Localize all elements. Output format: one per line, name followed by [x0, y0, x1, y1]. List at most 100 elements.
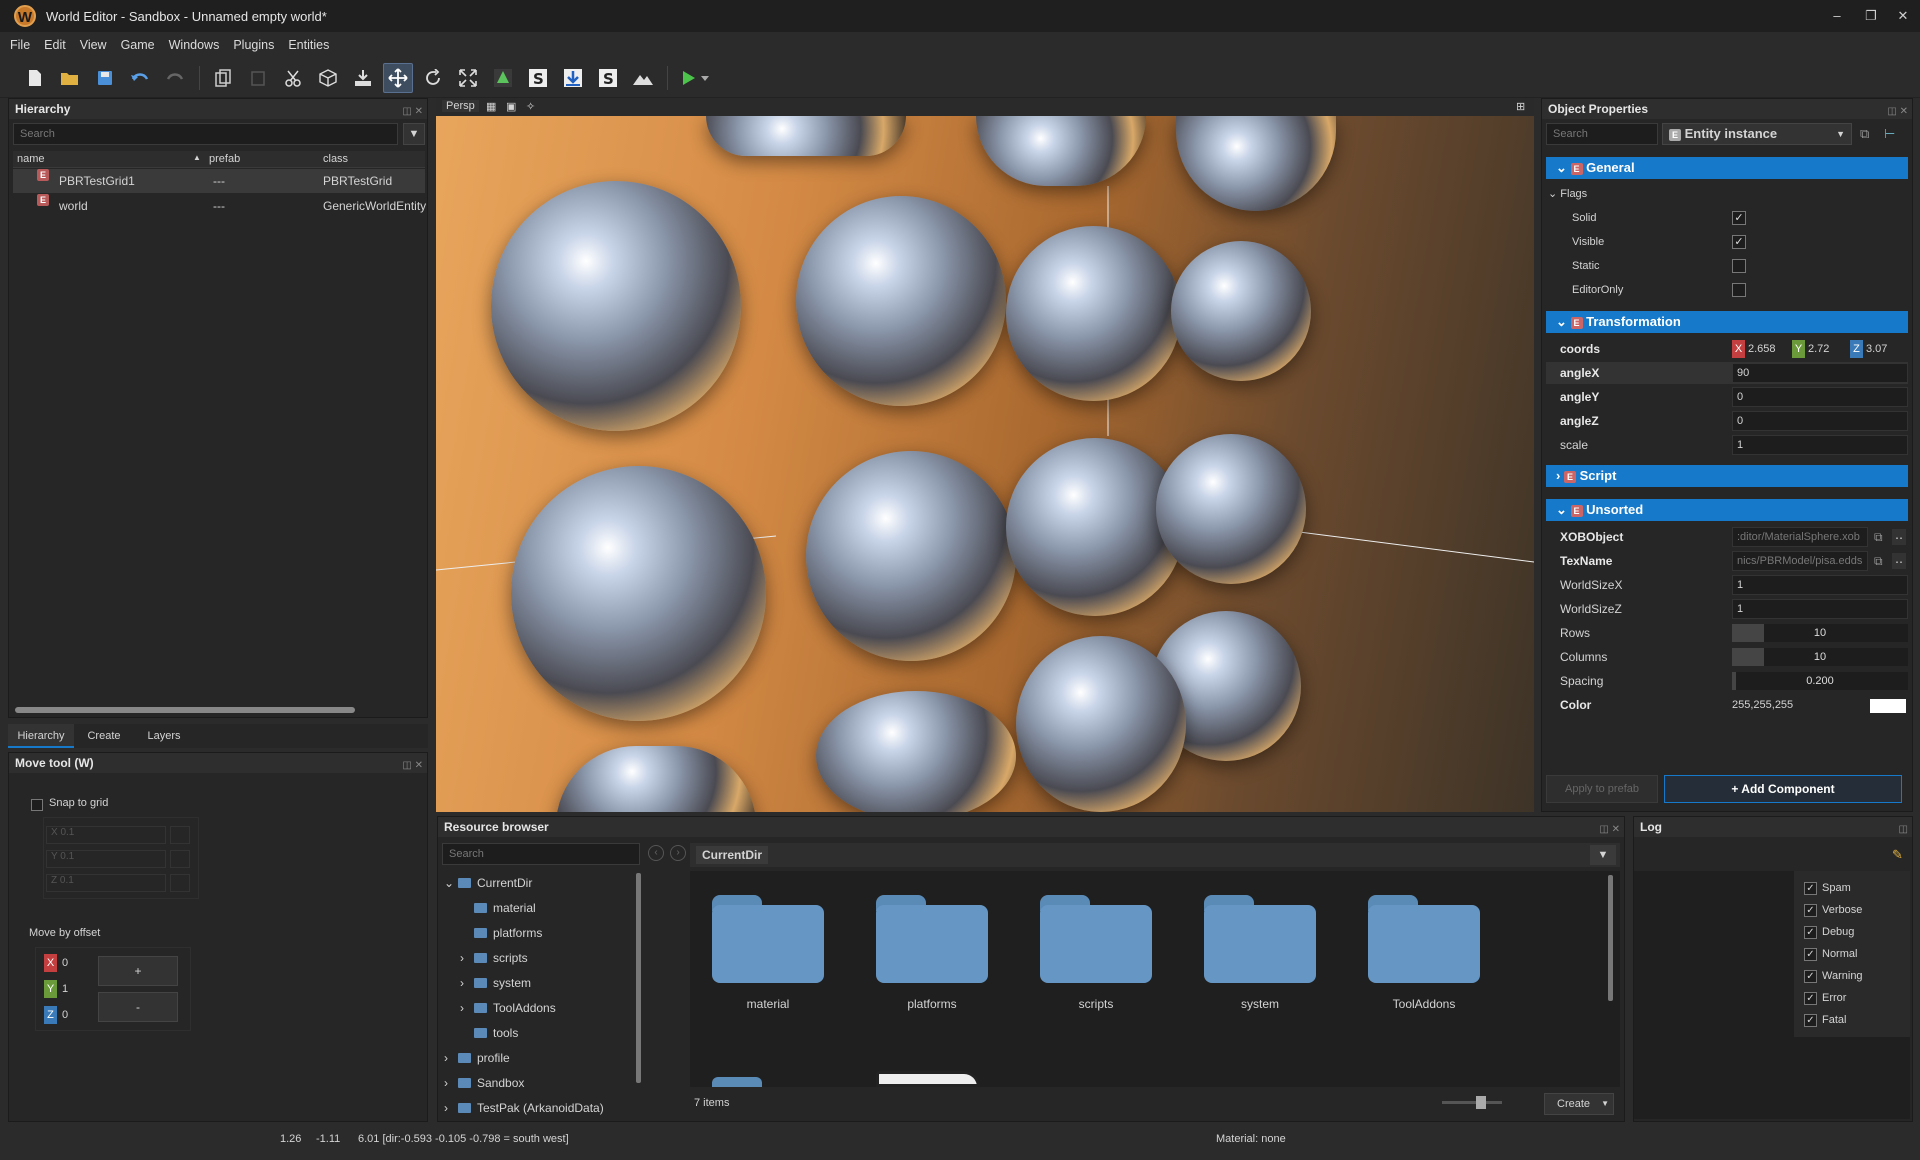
open-external-icon[interactable]: ⧉: [1874, 526, 1883, 548]
surface-s-icon[interactable]: S: [593, 63, 623, 93]
folder-label-tooladdons[interactable]: ToolAddons: [1349, 997, 1499, 1011]
undo-icon[interactable]: [125, 63, 155, 93]
tree-item-tools[interactable]: tools: [460, 1023, 518, 1043]
checkbox[interactable]: ✓: [1804, 881, 1817, 895]
log-filter-spam[interactable]: ✓ Spam: [1804, 877, 1851, 899]
panel-float-close-icon[interactable]: ◫ ✕: [1599, 820, 1620, 840]
minimize-button[interactable]: –: [1820, 0, 1854, 32]
scale-input[interactable]: 1: [1732, 435, 1908, 455]
log-filter-verbose[interactable]: ✓ Verbose: [1804, 899, 1862, 921]
angleY-input[interactable]: 0: [1732, 387, 1908, 407]
resource-search-input[interactable]: Search: [442, 843, 640, 865]
properties-search-input[interactable]: Search: [1546, 123, 1658, 145]
viewport[interactable]: Persp ▦ ▣ ✧ ⊞: [436, 98, 1534, 812]
browse-button[interactable]: ‥: [1892, 553, 1906, 569]
grid-scrollbar[interactable]: [1608, 875, 1613, 1001]
checkbox[interactable]: ✓: [1804, 947, 1817, 961]
section-transformation[interactable]: ⌄ E Transformation: [1546, 311, 1908, 333]
angleZ-input[interactable]: 0: [1732, 411, 1908, 431]
hierarchy-search-input[interactable]: Search: [13, 123, 398, 145]
checkbox[interactable]: ✓: [1804, 903, 1817, 917]
add-component-button[interactable]: + Add Component: [1664, 775, 1902, 803]
snap-s-icon[interactable]: S: [523, 63, 553, 93]
flag-visible-checkbox[interactable]: ✓: [1732, 235, 1746, 249]
save-icon[interactable]: [90, 63, 120, 93]
offset-z-input[interactable]: Z0: [44, 1006, 84, 1024]
filter-icon[interactable]: ▼: [1590, 845, 1616, 865]
tab-hierarchy[interactable]: Hierarchy: [8, 724, 74, 748]
folder-icon[interactable]: [1204, 895, 1316, 983]
flag-static-checkbox[interactable]: [1732, 259, 1746, 273]
rows-slider[interactable]: 10: [1732, 624, 1908, 642]
column-prefab[interactable]: prefab: [209, 153, 240, 165]
apply-to-prefab-button[interactable]: Apply to prefab: [1546, 775, 1658, 803]
back-arrow-icon[interactable]: ‹: [648, 845, 664, 861]
offset-x-input[interactable]: X0: [44, 954, 84, 972]
coord-x-input[interactable]: X 2.658: [1732, 339, 1776, 359]
menu-edit[interactable]: Edit: [44, 38, 66, 52]
offset-y-input[interactable]: Y1: [44, 980, 84, 998]
log-filter-debug[interactable]: ✓ Debug: [1804, 921, 1854, 943]
spacing-slider[interactable]: 0.200: [1732, 672, 1908, 690]
menu-game[interactable]: Game: [121, 38, 155, 52]
flag-solid-checkbox[interactable]: ✓: [1732, 211, 1746, 225]
menu-view[interactable]: View: [80, 38, 107, 52]
tree-item-material[interactable]: material: [460, 898, 536, 918]
viewport-layout-icon[interactable]: ⊞: [1516, 100, 1525, 113]
hierarchy-link-icon[interactable]: ⊢: [1884, 126, 1895, 142]
texname-input[interactable]: nics/PBRModel/pisa.edds: [1732, 551, 1868, 571]
folder-icon[interactable]: [1368, 895, 1480, 983]
open-external-icon[interactable]: ⧉: [1860, 126, 1869, 142]
snap-to-grid-checkbox[interactable]: [31, 799, 43, 811]
breadcrumb-currentdir[interactable]: CurrentDir: [696, 846, 769, 864]
section-general[interactable]: ⌄ E General: [1546, 157, 1908, 179]
panel-float-close-icon[interactable]: ◫ ✕: [402, 102, 423, 122]
menu-file[interactable]: File: [10, 38, 30, 52]
folder-label-platforms[interactable]: platforms: [857, 997, 1007, 1011]
folder-icon[interactable]: [876, 895, 988, 983]
cube-icon[interactable]: [313, 63, 343, 93]
viewport-camera-icon[interactable]: ▣: [506, 100, 516, 113]
menu-plugins[interactable]: Plugins: [233, 38, 274, 52]
viewport-grid-icon[interactable]: ▦: [486, 100, 496, 113]
xobobject-input[interactable]: :ditor/MaterialSphere.xob: [1732, 527, 1868, 547]
slider-handle[interactable]: [1476, 1096, 1486, 1109]
snap-z-input[interactable]: Z 0.1: [46, 874, 166, 892]
file-icon[interactable]: [876, 1071, 980, 1087]
column-name[interactable]: name: [17, 153, 45, 165]
worldsizez-input[interactable]: 1: [1732, 599, 1908, 619]
snap-y-button[interactable]: [170, 850, 190, 868]
offset-plus-button[interactable]: +: [98, 956, 178, 986]
tree-item-system[interactable]: › system: [460, 973, 531, 993]
create-dropdown[interactable]: Create ▼: [1544, 1093, 1614, 1115]
clear-log-icon[interactable]: ✎: [1892, 847, 1903, 863]
section-script[interactable]: › E Script: [1546, 465, 1908, 487]
log-filter-warning[interactable]: ✓ Warning: [1804, 965, 1863, 987]
tree-item-platforms[interactable]: platforms: [460, 923, 542, 943]
hierarchy-row[interactable]: E PBRTestGrid1 --- PBRTestGrid: [13, 169, 425, 193]
hierarchy-row[interactable]: E world --- GenericWorldEntity: [13, 194, 426, 218]
folder-label-material[interactable]: material: [693, 997, 843, 1011]
new-file-icon[interactable]: [20, 63, 50, 93]
offset-minus-button[interactable]: -: [98, 992, 178, 1022]
tree-scrollbar[interactable]: [636, 873, 641, 1083]
viewport-gizmo-icon[interactable]: ✧: [526, 100, 535, 113]
flags-row[interactable]: ⌄ Flags: [1546, 183, 1908, 205]
scene-render[interactable]: [436, 116, 1534, 812]
tab-layers[interactable]: Layers: [136, 724, 192, 748]
panel-float-icon[interactable]: ◫: [1899, 820, 1908, 840]
checkbox[interactable]: ✓: [1804, 925, 1817, 939]
column-class[interactable]: class: [323, 153, 348, 165]
checkbox[interactable]: ✓: [1804, 991, 1817, 1005]
terrain-icon[interactable]: [628, 63, 658, 93]
copy-icon[interactable]: [208, 63, 238, 93]
open-external-icon[interactable]: ⧉: [1874, 550, 1883, 572]
tree-item-testpak[interactable]: › TestPak (ArkanoidData): [444, 1098, 604, 1118]
log-filter-normal[interactable]: ✓ Normal: [1804, 943, 1857, 965]
tree-item-profile[interactable]: › profile: [444, 1048, 510, 1068]
flag-editoronly-checkbox[interactable]: [1732, 283, 1746, 297]
angleX-input[interactable]: 90: [1732, 363, 1908, 383]
redo-icon[interactable]: [160, 63, 190, 93]
horizontal-scrollbar[interactable]: [15, 707, 355, 713]
coord-z-input[interactable]: Z 3.07: [1850, 339, 1887, 359]
